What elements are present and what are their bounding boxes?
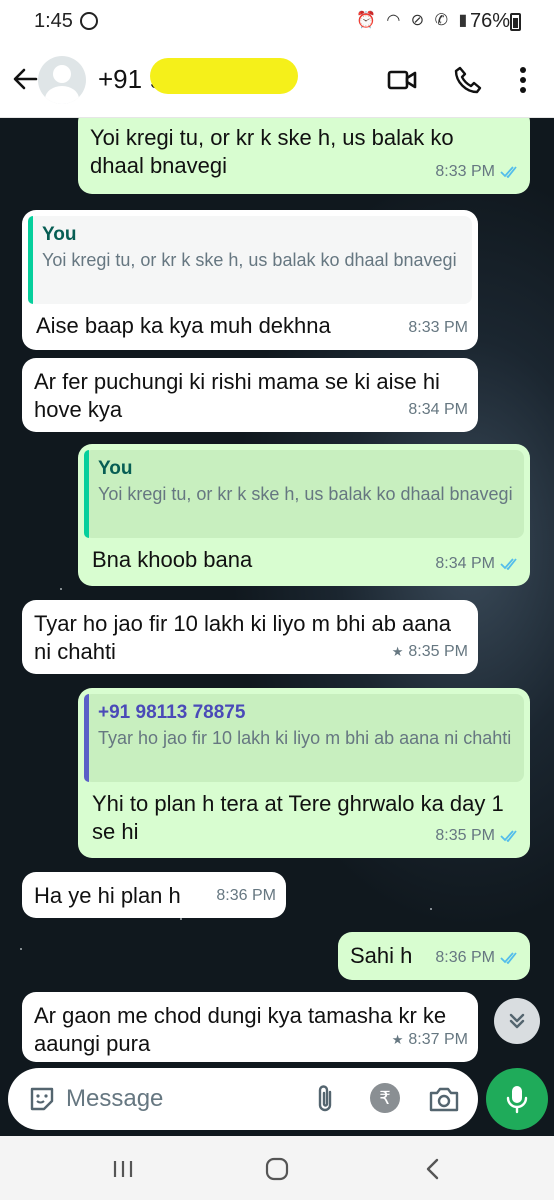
video-camera-icon[interactable] [386,64,418,96]
double-check-icon [500,952,517,964]
message-incoming[interactable]: Ar gaon me chod dungi kya tamasha kr ke … [22,992,478,1062]
message-time: 8:33 PM [408,319,468,336]
message-input-bar: Message ₹ [0,1060,554,1136]
message-meta: 8:36 PM [435,944,520,972]
message-incoming[interactable]: Tyar ho jao fir 10 lakh ki liyo m bhi ab… [22,600,478,674]
double-check-icon [500,830,517,842]
paperclip-icon[interactable] [310,1083,340,1115]
double-check-icon [500,558,517,570]
message-time: 8:34 PM [408,401,468,418]
message-input[interactable]: Message ₹ [8,1068,478,1130]
more-vert-icon[interactable] [508,64,538,96]
camera-icon[interactable] [428,1084,460,1114]
recents-button[interactable] [108,1154,138,1184]
star-icon: ★ [391,644,404,659]
double-check-icon [500,166,517,178]
message-time: 8:36 PM [216,887,276,904]
double-chevron-down-icon [509,1013,525,1029]
message-outgoing[interactable]: +91 98113 78875 Tyar ho jao fir 10 lakh … [78,688,530,858]
message-meta: ★ 8:37 PM [392,1026,468,1054]
home-button[interactable] [262,1154,292,1184]
scroll-to-bottom-button[interactable] [494,998,540,1044]
system-nav-bar [0,1136,554,1200]
chat-area[interactable]: Yoi kregi tu, or kr k ske h, us balak ko… [0,118,554,1136]
message-meta: 8:33 PM [408,314,468,342]
microphone-icon [506,1086,528,1114]
message-meta: 8:35 PM [435,822,520,850]
status-icons: ⏰ ◠ ⊘ ✆ ▮ [356,12,471,29]
quote-text: Yoi kregi tu, or kr k ske h, us balak ko… [42,250,457,270]
message-text: Ar fer puchungi ki rishi mama se ki aise… [34,369,440,422]
quote-sender: +91 98113 78875 [98,702,246,723]
message-time: 8:35 PM [408,643,468,660]
battery-icon [510,13,521,31]
message-outgoing[interactable]: You Yoi kregi tu, or kr k ske h, us bala… [78,444,530,586]
quote-text: Tyar ho jao fir 10 lakh ki liyo m bhi ab… [98,728,512,748]
quote-sender: You [42,224,77,245]
message-incoming[interactable]: Ha ye hi plan h 8:36 PM [22,872,286,918]
quoted-message[interactable]: You Yoi kregi tu, or kr k ske h, us bala… [84,450,524,538]
message-text: Yoi kregi tu, or kr k ske h, us balak ko… [90,125,454,178]
message-meta: 8:36 PM [216,882,276,910]
quoted-message[interactable]: You Yoi kregi tu, or kr k ske h, us bala… [28,216,472,304]
message-meta: 8:33 PM [435,158,520,186]
message-incoming[interactable]: You Yoi kregi tu, or kr k ske h, us bala… [22,210,478,350]
redaction-mark [150,58,298,94]
quote-text: Yoi kregi tu, or kr k ske h, us balak ko… [98,484,513,504]
sticker-icon[interactable] [28,1085,56,1113]
message-text: Aise baap ka kya muh dekhna [36,313,331,338]
mic-button[interactable] [486,1068,548,1130]
chevron-left-icon [426,1158,439,1180]
star-icon: ★ [391,1032,404,1047]
arrow-left-icon[interactable] [12,66,38,92]
battery-percent: 76% [470,10,511,32]
message-meta: 8:34 PM [408,396,468,424]
message-time: 8:37 PM [408,1031,468,1048]
home-icon [265,1157,289,1181]
message-incoming[interactable]: Ar fer puchungi ki rishi mama se ki aise… [22,358,478,432]
back-button[interactable] [418,1154,448,1184]
message-meta: 8:34 PM [435,550,520,578]
chat-header: +91 98 [0,44,554,118]
message-outgoing[interactable]: Sahi h 8:36 PM [338,932,530,980]
phone-icon[interactable] [452,64,484,96]
avatar[interactable] [38,56,86,104]
message-placeholder: Message [66,1085,164,1112]
recents-icon [113,1161,133,1177]
message-time: 8:33 PM [435,163,495,180]
quoted-message[interactable]: +91 98113 78875 Tyar ho jao fir 10 lakh … [84,694,524,782]
status-time: 1:45 [34,10,73,32]
message-outgoing[interactable]: Yoi kregi tu, or kr k ske h, us balak ko… [78,118,530,194]
rupee-icon[interactable]: ₹ [370,1083,400,1113]
message-time: 8:34 PM [435,555,495,572]
message-meta: ★ 8:35 PM [392,638,468,666]
message-time: 8:36 PM [435,949,495,966]
status-bar: 1:45 ⏰ ◠ ⊘ ✆ ▮ 76% [0,0,554,44]
whatsapp-status-icon [80,12,98,30]
quote-sender: You [98,458,133,479]
message-time: 8:35 PM [435,827,495,844]
